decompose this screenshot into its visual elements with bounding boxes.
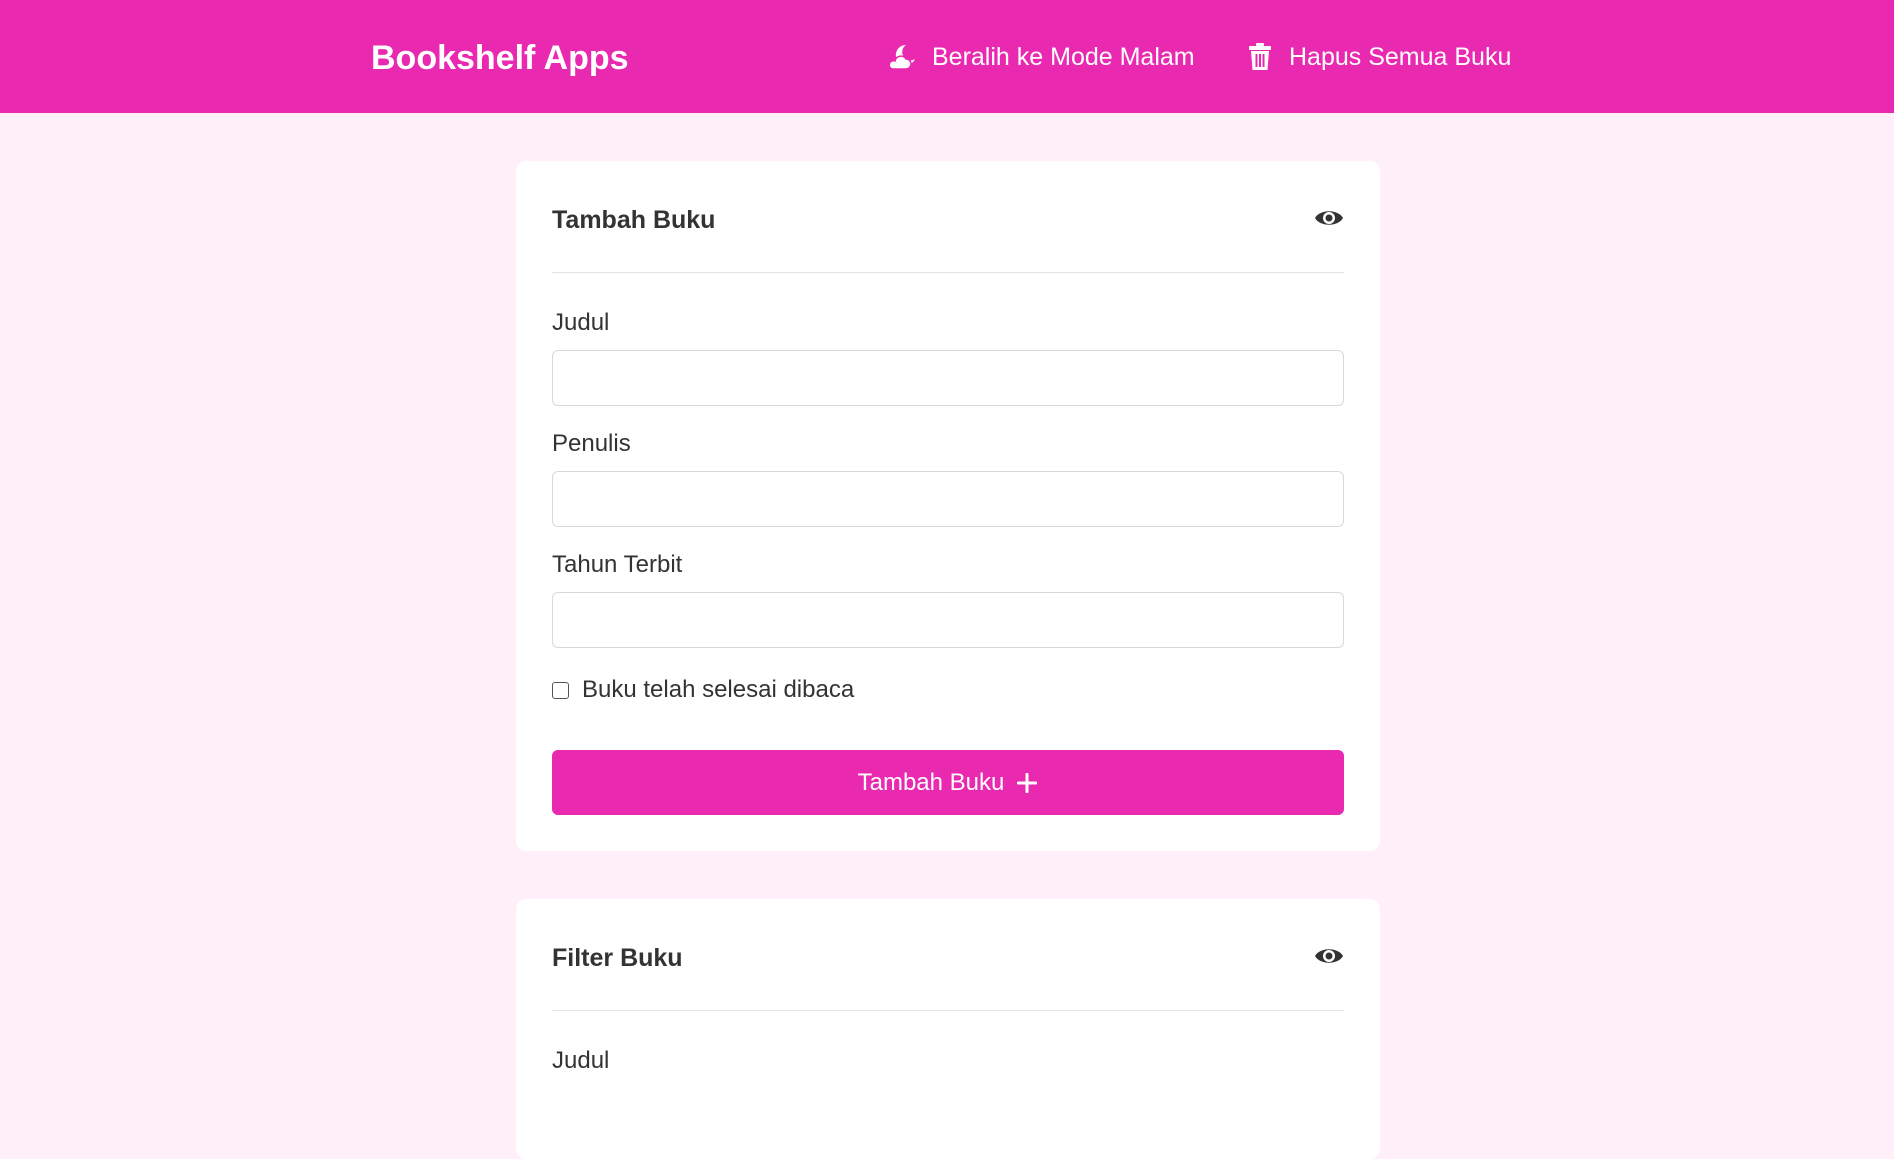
trash-icon	[1245, 42, 1275, 72]
night-mode-label: Beralih ke Mode Malam	[932, 42, 1195, 71]
app-title: Bookshelf Apps	[371, 39, 629, 77]
finished-checkbox[interactable]	[552, 681, 569, 699]
eye-icon[interactable]	[1314, 205, 1344, 231]
filter-book-header: Filter Buku	[552, 899, 1344, 1011]
title-input[interactable]	[552, 350, 1344, 406]
title-field-label: Judul	[552, 309, 610, 336]
year-field-label: Tahun Terbit	[552, 551, 683, 578]
author-field-label: Penulis	[552, 430, 631, 457]
night-mode-button[interactable]: Beralih ke Mode Malam	[888, 40, 1195, 74]
top-navbar: Bookshelf Apps Beralih ke Mode Malam Hap…	[0, 0, 1894, 113]
plus-icon	[1016, 772, 1038, 794]
finished-checkbox-row[interactable]: Buku telah selesai dibaca	[552, 673, 854, 707]
eye-icon[interactable]	[1314, 943, 1344, 969]
add-book-card: Tambah Buku Judul Penulis Tahun Terbit B…	[516, 161, 1380, 851]
add-book-button-label: Tambah Buku	[857, 768, 1005, 796]
add-book-button[interactable]: Tambah Buku	[552, 750, 1344, 815]
year-input[interactable]	[552, 592, 1344, 648]
add-book-header: Tambah Buku	[552, 161, 1344, 273]
filter-book-card: Filter Buku Judul	[516, 899, 1380, 1159]
filter-title-field-label: Judul	[552, 1047, 610, 1074]
delete-all-label: Hapus Semua Buku	[1289, 42, 1512, 71]
add-book-title: Tambah Buku	[552, 206, 716, 234]
author-input[interactable]	[552, 471, 1344, 527]
filter-book-title: Filter Buku	[552, 944, 683, 972]
delete-all-books-button[interactable]: Hapus Semua Buku	[1245, 40, 1511, 74]
cloud-moon-icon	[888, 42, 918, 72]
finished-checkbox-label: Buku telah selesai dibaca	[582, 676, 855, 703]
